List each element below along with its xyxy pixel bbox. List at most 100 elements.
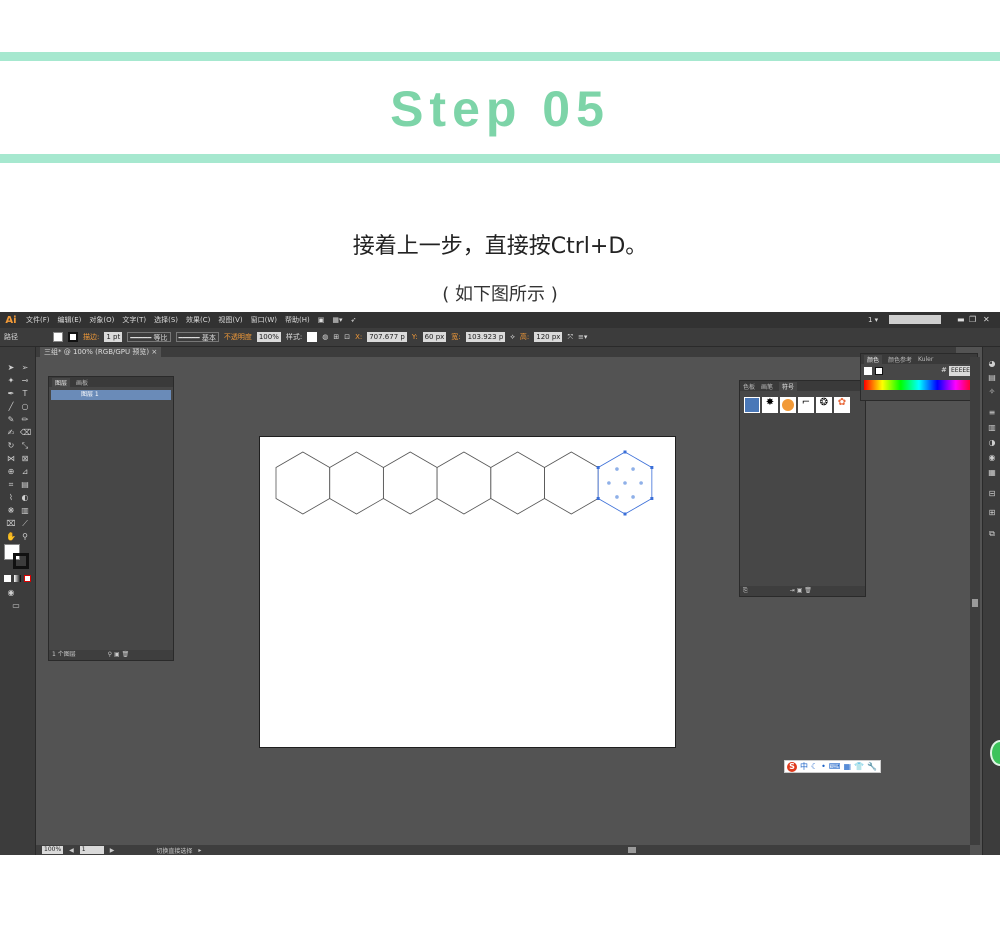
zoom-tool-icon[interactable]: ⚲ [20, 532, 30, 542]
live-corner-widget[interactable] [615, 495, 619, 499]
symbol-item[interactable] [744, 397, 760, 413]
tab-layers[interactable]: 图层 [52, 377, 71, 387]
magic-wand-icon[interactable]: ✦ [6, 376, 16, 386]
place-symbol-icon[interactable]: ⇥ [790, 587, 795, 594]
stroke-weight-input[interactable]: 1 pt [104, 332, 123, 342]
live-corner-widget[interactable] [631, 467, 635, 471]
live-corner-widget[interactable] [607, 481, 611, 485]
ime-language[interactable]: 中 [800, 761, 808, 772]
link-icon[interactable]: ⟡ [510, 333, 515, 342]
document-tab[interactable]: 三组* @ 100% (RGB/GPU 预览) × [40, 347, 162, 357]
anchor-point[interactable] [650, 497, 654, 500]
y-input[interactable]: 60 px [422, 332, 447, 342]
stroke-dock-icon[interactable]: ≡ [987, 409, 997, 417]
live-corner-widget[interactable] [615, 467, 619, 471]
locate-object-icon[interactable]: ⚲ [108, 651, 112, 658]
color-dock-icon[interactable]: ◕ [987, 360, 997, 368]
fill-color-dropdown[interactable] [53, 332, 63, 342]
next-artboard-icon[interactable]: ▶ [110, 847, 115, 854]
wrench-icon[interactable]: 🔧 [867, 762, 877, 771]
width-input[interactable]: 103.923 p [465, 332, 506, 342]
hexagon[interactable] [275, 451, 331, 515]
menu-select[interactable]: 选择(S) [150, 315, 182, 325]
hexagon[interactable] [436, 451, 492, 515]
horizontal-scroll-thumb[interactable] [628, 847, 636, 853]
hexagon[interactable] [490, 451, 545, 515]
color-guide-dock-icon[interactable]: ▤ [987, 374, 997, 382]
artboard-number[interactable]: 1 [79, 846, 104, 854]
symbol-item[interactable]: ✿ [834, 397, 850, 413]
live-corner-widget[interactable] [623, 481, 627, 485]
menu-object[interactable]: 对象(O) [85, 315, 118, 325]
color-mode-button[interactable] [4, 575, 11, 582]
selection-tool-icon[interactable]: ➤ [6, 363, 16, 373]
symbol-item[interactable]: ✸ [762, 397, 778, 413]
menu-window[interactable]: 窗口(W) [247, 315, 281, 325]
zoom-field[interactable]: 100% [42, 846, 64, 854]
symbol-library-icon[interactable]: ⎘ [743, 587, 748, 594]
symbol-sprayer-icon[interactable]: ❋ [6, 506, 16, 516]
scale-tool-icon[interactable]: ⤡ [20, 441, 30, 451]
menu-view[interactable]: 视图(V) [214, 315, 246, 325]
mesh-tool-icon[interactable]: ⌗ [6, 480, 16, 490]
tab-symbols[interactable]: 符号 [779, 381, 798, 391]
graph-tool-icon[interactable]: ▥ [20, 506, 30, 516]
shape-builder-icon[interactable]: ⊕ [6, 467, 16, 477]
x-input[interactable]: 707.677 p [367, 332, 407, 342]
fill-color-chip[interactable] [864, 367, 872, 375]
blend-tool-icon[interactable]: ◐ [20, 493, 30, 503]
keyboard-icon[interactable]: ⌨ [829, 762, 841, 771]
transparency-dock-icon[interactable]: ◑ [987, 439, 997, 447]
tab-color[interactable]: 颜色 [864, 354, 883, 364]
vertical-scroll-thumb[interactable] [972, 599, 978, 607]
menu-edit[interactable]: 编辑(E) [54, 315, 86, 325]
align-icon[interactable]: ⊞ [333, 333, 339, 341]
slice-tool-icon[interactable]: ⟋ [20, 519, 30, 529]
search-input[interactable] [889, 315, 941, 324]
tab-brushes[interactable]: 画笔 [761, 382, 773, 391]
anchor-point[interactable] [623, 512, 627, 516]
vertical-scrollbar[interactable] [970, 357, 980, 845]
type-tool-icon[interactable]: T [20, 389, 30, 399]
tab-color-guide[interactable]: 颜色参考 [888, 355, 912, 364]
hexagon[interactable] [382, 451, 438, 515]
draw-mode-icon[interactable]: ◉ [6, 588, 16, 598]
direct-selection-tool-icon[interactable]: ➢ [20, 363, 30, 373]
perspective-grid-icon[interactable]: ⊿ [20, 467, 30, 477]
new-layer-icon[interactable]: ▣ [114, 651, 120, 658]
pencil-icon[interactable]: ✏ [20, 415, 30, 425]
pathfinder-dock-icon[interactable]: ⧉ [987, 530, 997, 538]
gradient-tool-icon[interactable]: ▤ [20, 480, 30, 490]
lasso-icon[interactable]: ⊸ [20, 376, 30, 386]
menu-effect[interactable]: 效果(C) [182, 315, 214, 325]
hand-tool-icon[interactable]: ✋ [6, 532, 16, 542]
eyedropper-icon[interactable]: ⌇ [6, 493, 16, 503]
page-indicator[interactable]: 1 ▾ [864, 316, 882, 324]
menu-type[interactable]: 文字(T) [118, 315, 150, 325]
delete-layer-icon[interactable]: 🗑 [122, 651, 130, 658]
status-arrow-icon[interactable]: ▸ [198, 847, 201, 854]
anchor-point[interactable] [650, 466, 654, 469]
tab-artboards[interactable]: 画板 [76, 378, 88, 387]
toolbox-icon[interactable]: ▦ [843, 762, 851, 771]
artboard-tool-icon[interactable]: ⌧ [6, 519, 16, 529]
stroke-color-chip[interactable] [875, 367, 883, 375]
symbol-item[interactable]: ❂ [816, 397, 832, 413]
minimize-icon[interactable]: ▬ [957, 315, 965, 324]
graphic-styles-dock-icon[interactable]: ▦ [987, 469, 997, 477]
hexagon[interactable] [329, 451, 384, 515]
menu-help[interactable]: 帮助(H) [281, 315, 314, 325]
live-corner-widget[interactable] [639, 481, 643, 485]
anchor-point[interactable] [596, 497, 600, 500]
blob-brush-icon[interactable]: ✍ [6, 428, 16, 438]
free-transform-icon[interactable]: ⊠ [20, 454, 30, 464]
opacity-label[interactable]: 不透明度 [224, 332, 252, 342]
isolate-icon[interactable]: ⤧ [567, 333, 573, 342]
tab-swatches[interactable]: 色板 [743, 382, 755, 391]
shirt-icon[interactable]: 👕 [854, 762, 864, 771]
stroke-swatch[interactable] [13, 553, 29, 569]
graphic-style-dropdown[interactable] [307, 332, 318, 342]
paintbrush-icon[interactable]: ✎ [6, 415, 16, 425]
recolor-icon[interactable]: ◍ [322, 333, 328, 341]
stroke-label[interactable]: 描边: [83, 332, 99, 342]
